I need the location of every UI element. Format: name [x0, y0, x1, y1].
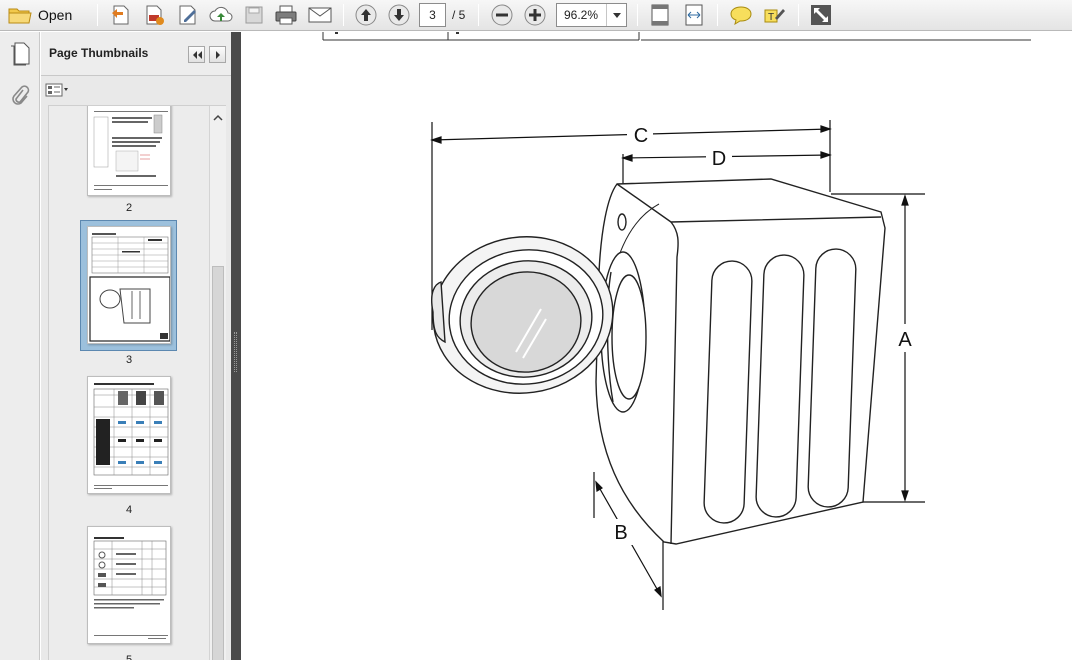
thumbnail-page-4[interactable]: [87, 376, 171, 494]
previous-page-icon: [355, 4, 377, 26]
thumbnails-panel: Page Thumbnails 2 3 4 5: [41, 32, 231, 660]
panel-title: Page Thumbnails: [49, 46, 149, 60]
create-pdf-icon: [110, 4, 132, 26]
page-thumbnails-tab[interactable]: [6, 40, 34, 70]
create-pdf-button[interactable]: [108, 3, 134, 27]
thumbnail-page-5[interactable]: [87, 526, 171, 644]
email-icon: [308, 6, 332, 24]
previous-page-button[interactable]: [353, 3, 379, 27]
panel-header: Page Thumbnails: [41, 32, 231, 76]
thumbnail-label-4: 4: [125, 504, 133, 516]
edit-icon: [177, 4, 199, 26]
convert-button[interactable]: [141, 3, 167, 27]
fit-page-icon: [649, 4, 671, 26]
chevron-right-icon: [215, 48, 221, 62]
zoom-dropdown-icon[interactable]: [606, 4, 626, 26]
zoom-in-button[interactable]: [522, 3, 548, 27]
dimension-label-a: A: [898, 329, 912, 351]
collapse-panel-button[interactable]: [188, 46, 205, 63]
scrollbar-thumb[interactable]: [212, 266, 224, 660]
zoom-in-icon: [524, 4, 546, 26]
main-toolbar: Open 3 / 5 96.2% T: [0, 0, 1072, 31]
splitter-grip[interactable]: [234, 332, 237, 372]
fullscreen-icon: [810, 4, 832, 26]
save-icon: [244, 5, 264, 25]
dimension-label-b: B: [614, 522, 627, 544]
upload-icon: [209, 5, 233, 25]
comment-button[interactable]: [728, 3, 754, 27]
svg-text:T: T: [768, 12, 774, 23]
panel-splitter[interactable]: [231, 32, 241, 660]
thumbnail-list[interactable]: 2 3 4 5: [48, 105, 226, 660]
email-button[interactable]: [307, 3, 333, 27]
expand-panel-button[interactable]: [209, 46, 226, 63]
fullscreen-button[interactable]: [808, 3, 834, 27]
double-chevron-left-icon: [192, 48, 202, 62]
next-page-icon: [388, 4, 410, 26]
next-page-button[interactable]: [386, 3, 412, 27]
dimension-label-d: D: [712, 148, 726, 170]
fit-page-button[interactable]: [647, 3, 673, 27]
attachments-tab[interactable]: [6, 82, 34, 112]
thumbnail-page-3[interactable]: [87, 226, 171, 344]
thumbnail-options-button[interactable]: [45, 82, 73, 100]
highlight-icon: T: [763, 4, 785, 26]
upload-button[interactable]: [208, 3, 234, 27]
navigation-rail: [0, 32, 40, 660]
convert-icon: [143, 4, 165, 26]
pages-icon: [10, 42, 30, 69]
fit-width-icon: [683, 4, 705, 26]
print-icon: [274, 4, 298, 26]
folder-icon: [8, 5, 32, 25]
zoom-select[interactable]: 96.2%: [556, 3, 627, 27]
fit-width-button[interactable]: [681, 3, 707, 27]
zoom-out-button[interactable]: [489, 3, 515, 27]
thumbnail-label-3: 3: [125, 354, 133, 366]
thumbnail-page-2[interactable]: [87, 106, 171, 196]
page-number-input[interactable]: 3: [419, 3, 446, 27]
highlight-button[interactable]: T: [761, 3, 787, 27]
open-label: Open: [38, 7, 73, 23]
dimension-label-c: C: [634, 125, 648, 147]
comment-icon: [730, 5, 752, 25]
edit-button[interactable]: [175, 3, 201, 27]
save-button[interactable]: [242, 3, 266, 27]
page-total: / 5: [452, 8, 466, 22]
print-button[interactable]: [273, 3, 299, 27]
open-button[interactable]: Open: [8, 3, 84, 27]
paperclip-icon: [10, 84, 30, 111]
scroll-up-icon[interactable]: [213, 110, 223, 124]
thumbnail-label-5: 5: [125, 654, 133, 660]
document-view[interactable]: C D A B: [241, 32, 1072, 660]
zoom-out-icon: [491, 4, 513, 26]
washer-dimension-diagram: C D A B: [430, 120, 925, 610]
thumbnail-label-2: 2: [125, 202, 133, 214]
zoom-value: 96.2%: [564, 8, 599, 22]
options-icon: [45, 83, 69, 100]
thumbnail-scrollbar[interactable]: [209, 106, 226, 660]
